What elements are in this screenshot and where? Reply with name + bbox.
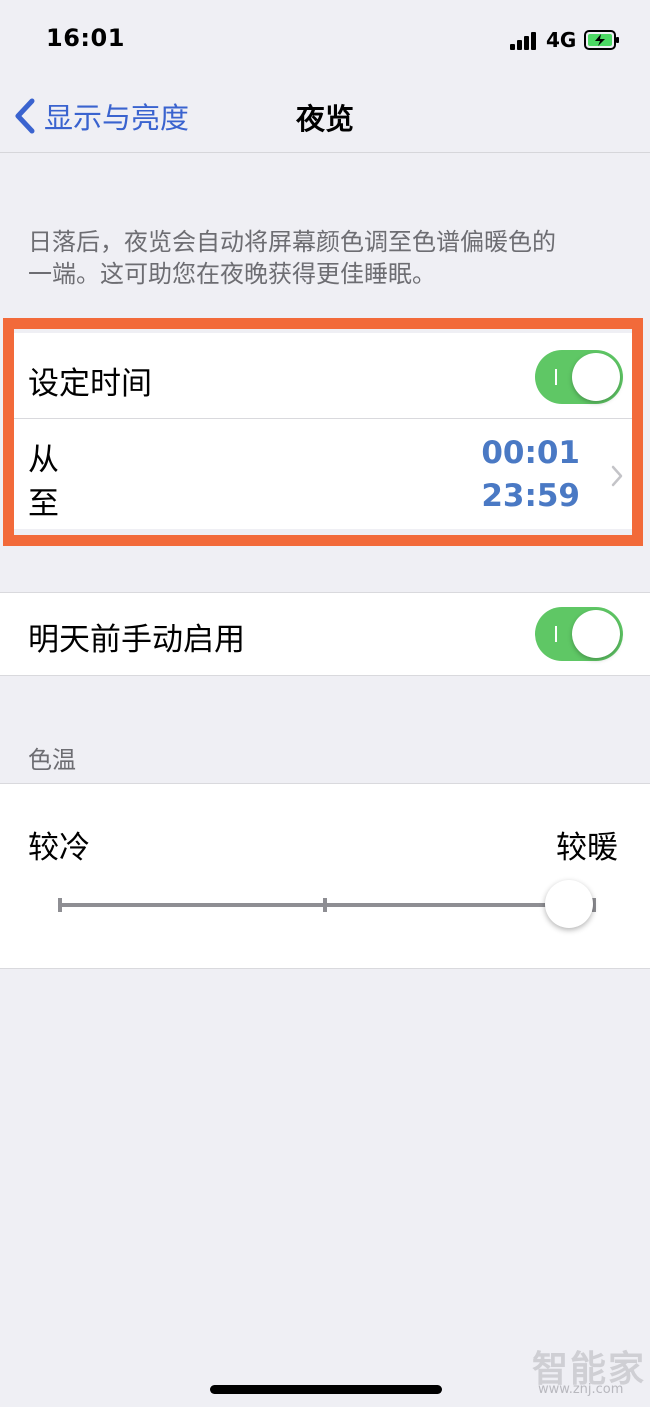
- to-time: 23:59: [481, 478, 580, 514]
- schedule-label: 设定时间: [28, 366, 152, 402]
- warm-label: 较暖: [556, 830, 618, 866]
- manual-enable-toggle[interactable]: [535, 607, 623, 661]
- slider-tick-start: [58, 898, 62, 912]
- page-title: 夜览: [295, 102, 354, 136]
- color-temp-slider[interactable]: [60, 903, 595, 907]
- from-label: 从: [28, 442, 59, 478]
- description-text: 日落后，夜览会自动将屏幕颜色调至色谱偏暖色的 一端。这可助您在夜晚获得更佳睡眠。: [28, 226, 628, 290]
- to-label: 至: [28, 486, 59, 522]
- description-line-2: 一端。这可助您在夜晚获得更佳睡眠。: [28, 260, 436, 288]
- slider-thumb[interactable]: [545, 880, 593, 928]
- network-type: 4G: [546, 28, 577, 52]
- toggle-knob: [572, 610, 620, 658]
- description-line-1: 日落后，夜览会自动将屏幕颜色调至色谱偏暖色的: [28, 228, 556, 256]
- battery-icon: [584, 30, 619, 50]
- toggle-knob: [572, 353, 620, 401]
- section-header-color-temp: 色温: [28, 746, 76, 774]
- home-indicator: [210, 1385, 442, 1394]
- manual-enable-label: 明天前手动启用: [28, 622, 245, 658]
- chevron-right-icon: [611, 465, 623, 487]
- slider-tick-middle: [323, 898, 327, 912]
- schedule-toggle[interactable]: [535, 350, 623, 404]
- from-time: 00:01: [481, 435, 580, 471]
- cool-label: 较冷: [28, 830, 90, 866]
- color-temp-group: [0, 783, 650, 969]
- watermark-url: www.znj.com: [538, 1382, 624, 1397]
- signal-icon: [510, 32, 540, 50]
- status-time: 16:01: [46, 24, 125, 52]
